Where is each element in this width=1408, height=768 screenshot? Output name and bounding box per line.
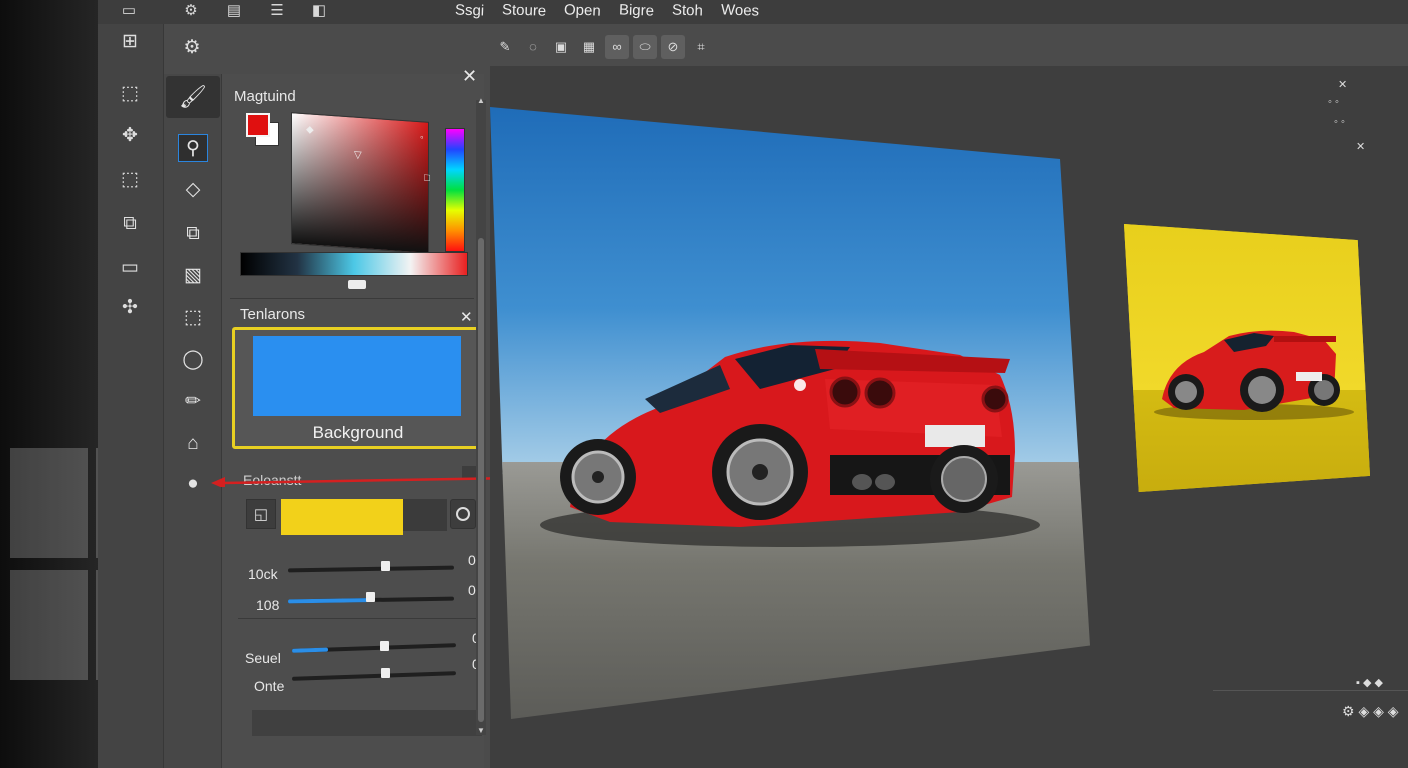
hue-slider[interactable] (445, 128, 465, 252)
thumbnail-preview[interactable] (1124, 224, 1370, 492)
zoom-icon[interactable]: ⚲ (178, 134, 208, 162)
circle-icon (456, 507, 470, 521)
red-sports-car (540, 340, 1040, 547)
fill-color-bar[interactable] (281, 499, 403, 535)
slider-1-handle[interactable] (381, 561, 390, 571)
panel-bottom-field[interactable] (252, 710, 482, 736)
pencil-icon[interactable]: ✏ (178, 388, 208, 416)
menu-item-2[interactable]: Stoure (502, 1, 547, 20)
brush-tool-icon[interactable]: 🖌 (166, 76, 220, 118)
transform-icon[interactable]: ⌗ (689, 35, 713, 59)
slider-1-value: 0 (468, 552, 476, 568)
stamp-icon[interactable]: ⌂ (178, 430, 208, 458)
eraser-icon[interactable]: ◇ (178, 176, 208, 204)
menu-item-6[interactable]: Woes (721, 1, 760, 19)
scroll-up-icon[interactable]: ▲ (476, 96, 486, 105)
list-icon[interactable]: ☰ (266, 2, 288, 20)
color-panel-title: Magtuind (234, 88, 296, 105)
slider-2-handle[interactable] (366, 592, 375, 602)
menu-item-5[interactable]: Stoh (672, 1, 703, 19)
tag-icon[interactable]: ⬭ (633, 35, 657, 59)
view-controls[interactable]: ▪ ◆ ◆ (1356, 676, 1383, 689)
lasso-icon[interactable]: ◌ (521, 35, 545, 59)
menu-item-4[interactable]: Bigre (619, 1, 655, 19)
menu-items: Ssgi Stoure Open Bigre Stoh Woes (455, 1, 760, 20)
slider-4-label: Onte (254, 678, 285, 694)
nodes-icon[interactable]: ✣ (116, 294, 144, 322)
close-icon[interactable]: ✕ (460, 308, 473, 326)
background-color-swatch[interactable] (253, 336, 461, 416)
frame-icon[interactable]: ▦ (577, 35, 601, 59)
image-tool-icon[interactable]: ▧ (178, 262, 208, 290)
slider-4-handle[interactable] (381, 668, 390, 678)
selection-brush-icon[interactable]: ● (178, 470, 208, 498)
app-window: ▭ ⚙ ▤ ☰ ◧ Ssgi Stoure Open Bigre Stoh Wo… (98, 0, 1408, 768)
panel-scrollbar[interactable]: ▲ ▼ (476, 96, 486, 735)
tool-bar-primary: ⊞ ⬚ ✥ ⬚ ⧉ ▭ ✣ (98, 24, 164, 768)
annotation-arrow (211, 476, 515, 487)
settings-gear-icon[interactable]: ⚙ (178, 34, 206, 62)
lasso-tool-icon[interactable]: ◯ (178, 346, 208, 374)
calendar-icon[interactable]: ▤ (223, 2, 245, 20)
thumbnail-car (1154, 330, 1354, 420)
slider-2-label: 108 (256, 597, 280, 613)
divider (230, 298, 474, 299)
slider-1-label: 10ck (248, 566, 278, 582)
crop-icon[interactable]: ⬚ (116, 166, 144, 194)
brush-icon[interactable]: ✎ (493, 35, 517, 59)
windows-grid-icon[interactable]: ⊞ (116, 28, 144, 56)
display-icon[interactable]: ▭ (116, 254, 144, 282)
menu-item-1[interactable]: Ssgi (455, 1, 485, 19)
tenarones-panel-title: Tenlarons (240, 306, 306, 323)
clone-icon[interactable]: ⧉ (116, 210, 144, 238)
close-icon[interactable]: ✕ (462, 66, 477, 87)
menu-bar: ▭ ⚙ ▤ ☰ ◧ Ssgi Stoure Open Bigre Stoh Wo… (98, 0, 1408, 24)
color-picker-field[interactable]: ◆ ▽ ◦ □ (291, 112, 430, 254)
scrollbar-thumb[interactable] (478, 238, 484, 722)
link-icon[interactable]: ∞ (605, 35, 629, 59)
gradient-handle[interactable] (348, 280, 366, 289)
slider-3-handle[interactable] (380, 641, 389, 651)
duplicate-icon[interactable]: ⧉ (178, 220, 208, 248)
panel-toggle-icon[interactable]: ◦ ◦ (1334, 116, 1345, 128)
divider (238, 618, 482, 619)
foreground-swatch[interactable] (246, 113, 270, 137)
marquee-icon[interactable]: ⬚ (116, 80, 144, 108)
options-bar: ✎ ◌ ▣ ▦ ∞ ⬭ ⊘ ⌗ (493, 30, 723, 64)
slider-2-value: 0 (468, 582, 476, 598)
window-icon[interactable]: ▭ (118, 2, 140, 20)
move-icon[interactable]: ✥ (116, 122, 144, 150)
background-label: Background (312, 423, 404, 442)
divider (1213, 690, 1408, 691)
image-icon[interactable]: ▣ (549, 35, 573, 59)
main-canvas-image[interactable] (490, 107, 1090, 719)
window-controls[interactable]: ✕ (1338, 78, 1347, 91)
minimize-icon[interactable]: ◦ ◦ (1328, 96, 1339, 108)
scroll-down-icon[interactable]: ▼ (476, 726, 486, 735)
slider-3-label: Seuel (245, 650, 281, 666)
fill-circle-button[interactable] (450, 499, 476, 529)
menu-item-3[interactable]: Open (564, 1, 601, 19)
background-layer-card[interactable]: Background (232, 327, 484, 449)
stroke-icon[interactable]: ⊘ (661, 35, 685, 59)
fill-remainder (403, 499, 447, 531)
layers-icon[interactable]: ◧ (308, 2, 330, 20)
close-icon[interactable]: ✕ (1356, 140, 1365, 153)
gear-icon[interactable]: ⚙ (180, 2, 202, 20)
tool-bar-secondary: 🖌 ⚲ ◇ ⧉ ▧ ⬚ ◯ ✏ ⌂ ● (164, 74, 222, 768)
frame-tool-icon[interactable]: ⬚ (178, 304, 208, 332)
gradient-bar[interactable] (240, 252, 468, 276)
fill-mode-button[interactable]: ◱ (246, 499, 276, 529)
zoom-controls[interactable]: ⚙ ◈ ◈ ◈ (1342, 703, 1399, 720)
